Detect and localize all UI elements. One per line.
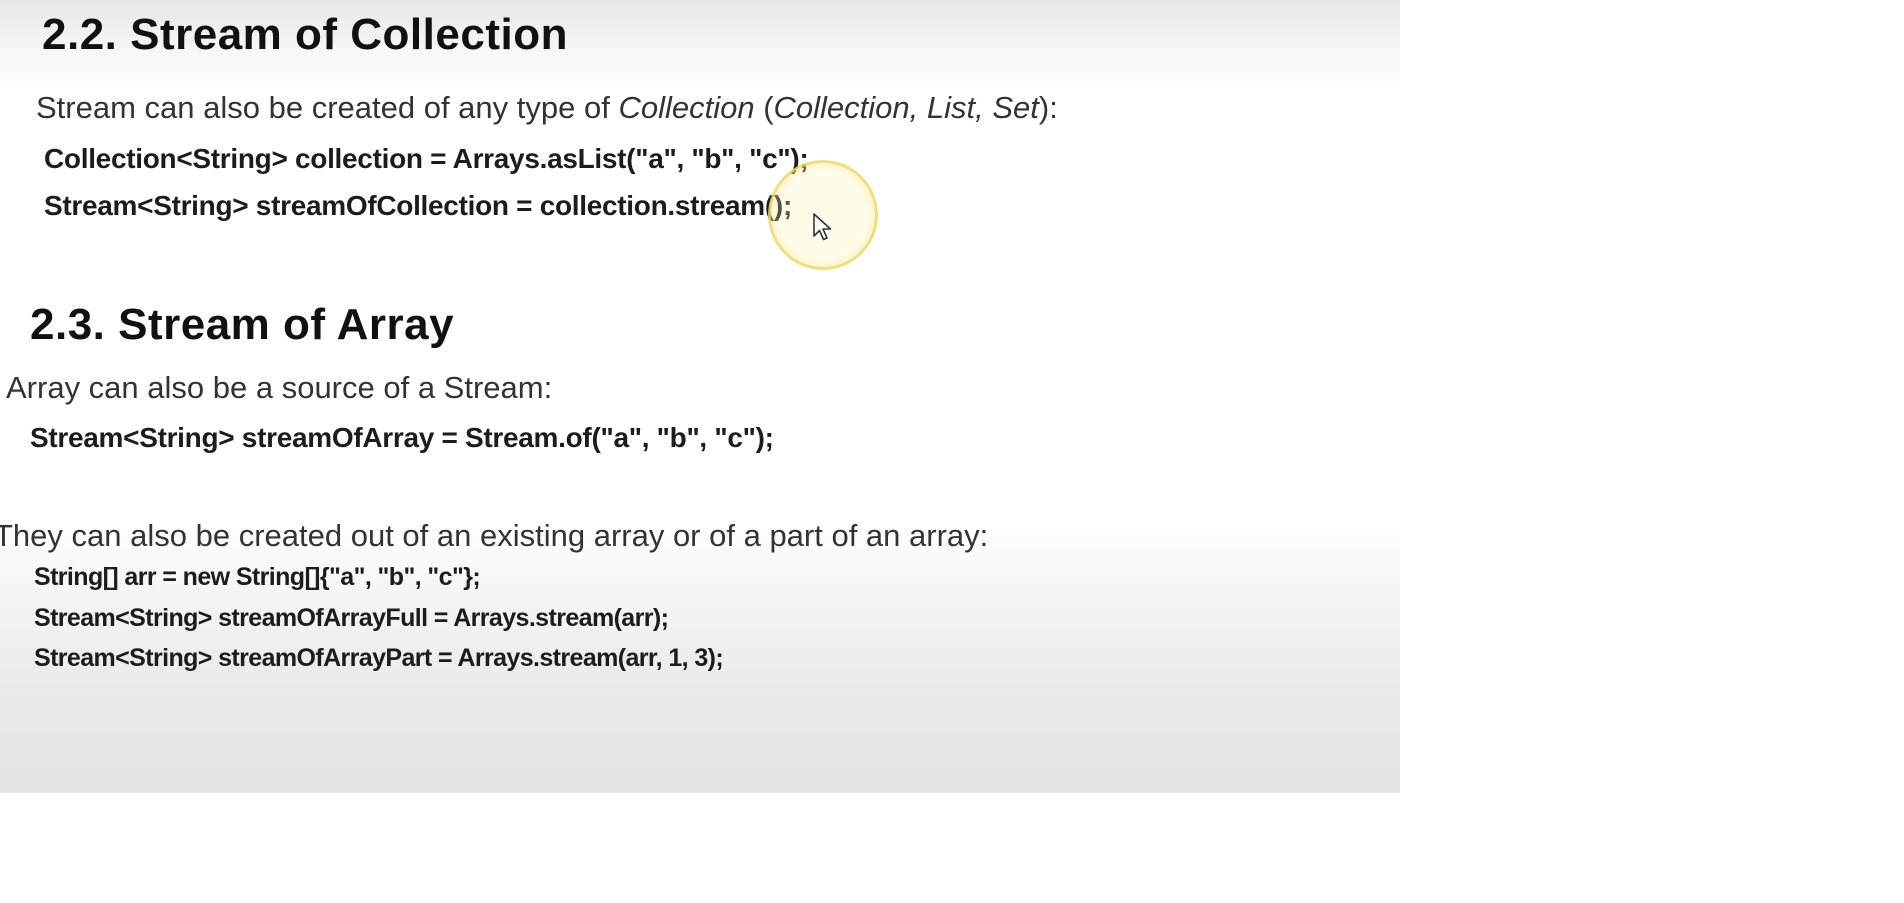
section-intro-array: Array can also be a source of a Stream:	[6, 370, 553, 405]
mouse-pointer-icon	[813, 213, 832, 241]
code-line-stream-of-array: Stream<String> streamOfArray = Stream.of…	[30, 422, 774, 453]
code-line-stream-of-array-part: Stream<String> streamOfArrayPart = Array…	[34, 644, 724, 672]
section-heading-stream-of-array: 2.3. Stream of Array	[30, 300, 455, 349]
intro-collection-types: Collection, List, Set	[773, 90, 1039, 125]
intro-paren-close: ):	[1038, 90, 1058, 125]
screen: 2.2. Stream of Collection Stream can als…	[0, 0, 1904, 903]
intro-paren-open: (	[754, 90, 774, 125]
code-line-array-declaration: String[] arr = new String[]{"a", "b", "c…	[34, 563, 481, 591]
slide: 2.2. Stream of Collection Stream can als…	[0, 0, 1400, 793]
code-line-stream-of-collection: Stream<String> streamOfCollection = coll…	[44, 190, 792, 221]
intro-collection-term: Collection	[618, 90, 755, 125]
intro-lead-text: Stream can also be created of any type o…	[36, 90, 619, 125]
section-intro-collection: Stream can also be created of any type o…	[36, 90, 1058, 126]
code-line-stream-of-array-full: Stream<String> streamOfArrayFull = Array…	[34, 604, 669, 632]
section-intro-array-part: They can also be created out of an exist…	[0, 518, 989, 553]
section-heading-stream-of-collection: 2.2. Stream of Collection	[42, 10, 568, 59]
code-line-collection: Collection<String> collection = Arrays.a…	[44, 143, 809, 174]
